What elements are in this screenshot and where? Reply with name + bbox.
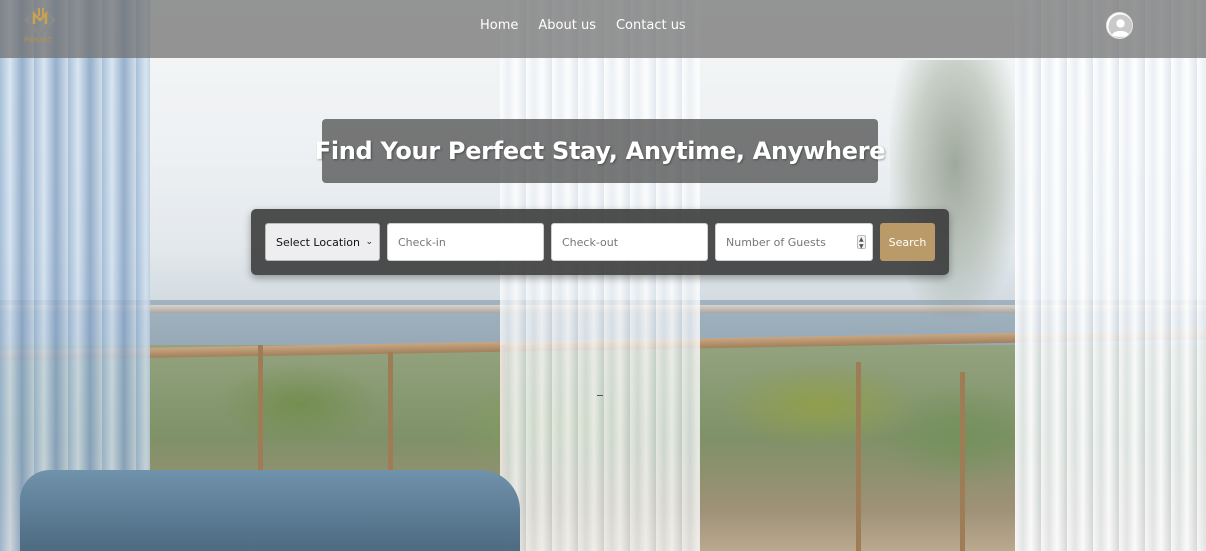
user-avatar-button[interactable] xyxy=(1106,12,1133,39)
nav-link-contact-us[interactable]: Contact us xyxy=(616,18,686,33)
hero-background-image xyxy=(0,0,1206,551)
checkin-field xyxy=(387,223,544,261)
search-bar: Select Location ⌄ ▲ ▼ Search xyxy=(251,209,949,275)
logo-icon xyxy=(23,3,57,37)
scroll-indicator xyxy=(597,395,603,396)
guests-input[interactable] xyxy=(726,224,857,260)
hero-heading-box: Find Your Perfect Stay, Anytime, Anywher… xyxy=(315,119,886,183)
stepper-down-icon[interactable]: ▼ xyxy=(858,243,865,250)
checkout-input[interactable] xyxy=(562,224,707,260)
location-select-value: Select Location xyxy=(276,235,360,249)
search-button[interactable]: Search xyxy=(880,223,935,261)
user-avatar-icon xyxy=(1107,13,1132,38)
main-nav: Home About us Contact us xyxy=(480,18,686,33)
chevron-down-icon: ⌄ xyxy=(365,237,373,247)
checkout-field xyxy=(551,223,708,261)
brand-logo-text: PoHanT xyxy=(24,36,53,44)
location-select[interactable]: Select Location ⌄ xyxy=(265,223,380,261)
hero-title: Find Your Perfect Stay, Anytime, Anywher… xyxy=(314,137,886,165)
nav-link-home[interactable]: Home xyxy=(480,18,518,33)
guests-stepper[interactable]: ▲ ▼ xyxy=(856,235,866,250)
checkin-input[interactable] xyxy=(398,224,543,260)
nav-link-about-us[interactable]: About us xyxy=(538,18,596,33)
navbar: PoHanT Home About us Contact us xyxy=(0,0,1206,58)
guests-field: ▲ ▼ xyxy=(715,223,873,261)
stepper-up-icon[interactable]: ▲ xyxy=(858,236,865,243)
